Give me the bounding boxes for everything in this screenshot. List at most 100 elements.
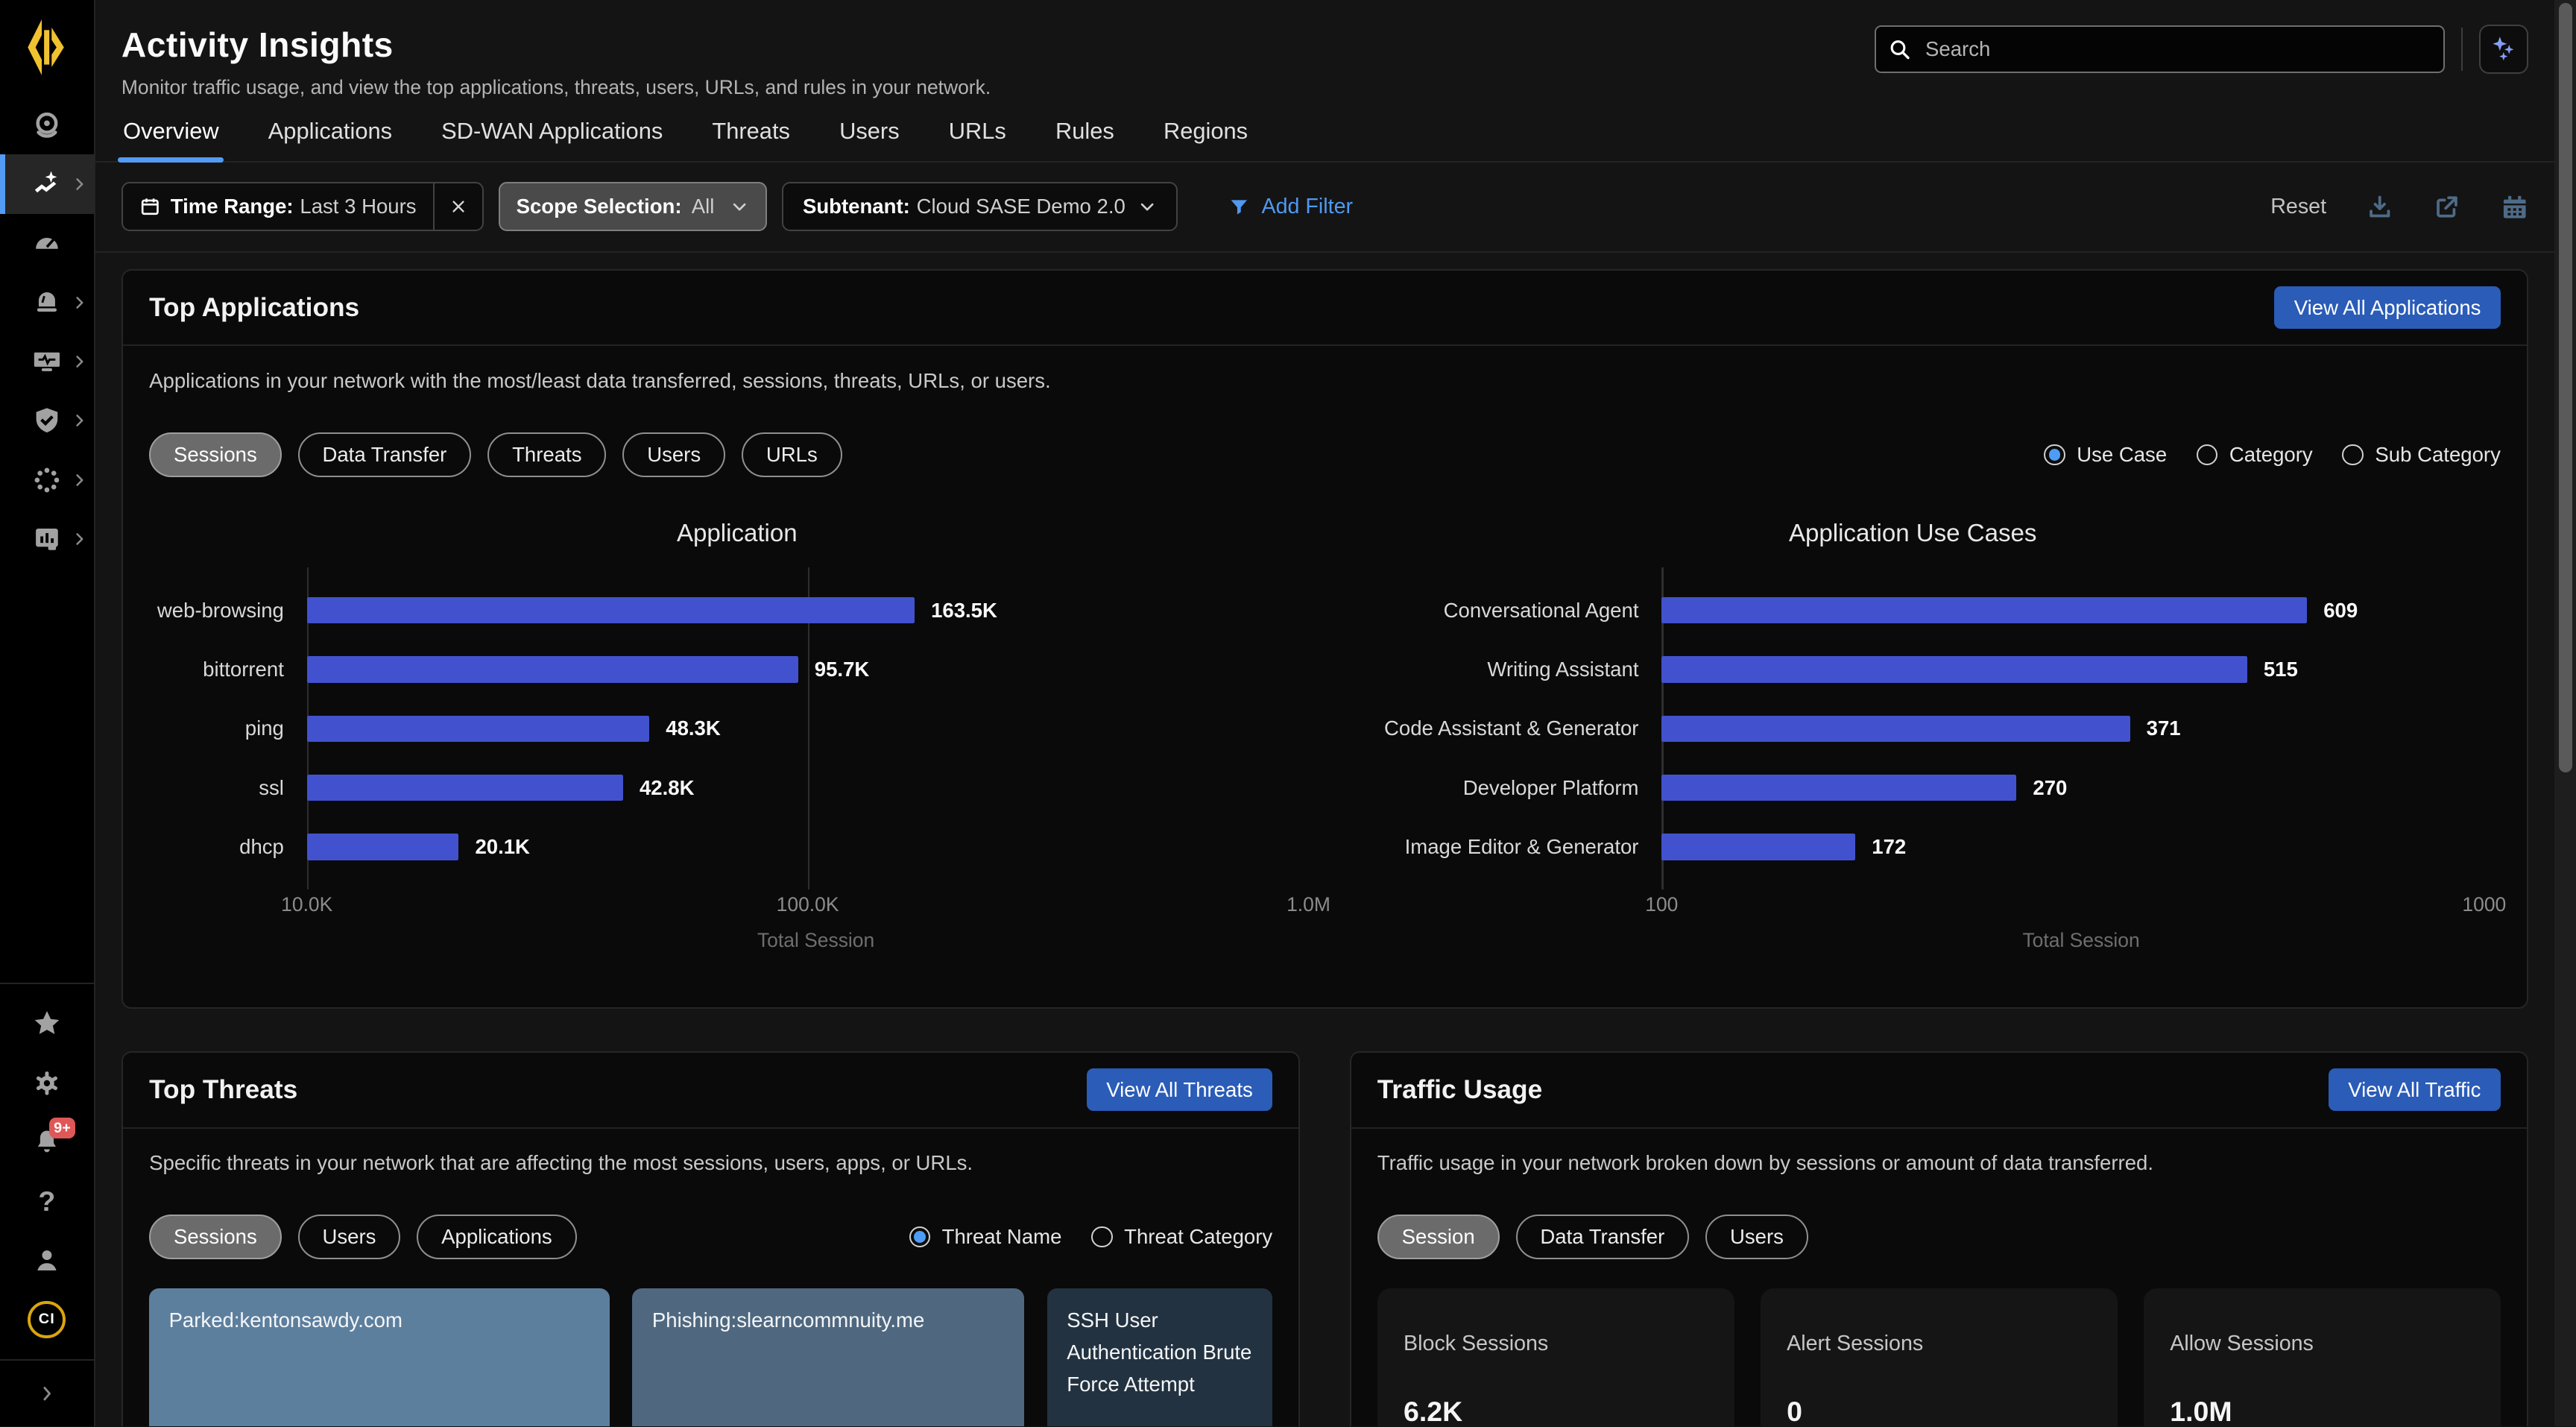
scrollbar-track[interactable] bbox=[2554, 0, 2576, 1426]
sparkles-icon bbox=[2489, 34, 2519, 64]
sidebar-item-bell[interactable]: 9+ bbox=[0, 1112, 94, 1171]
pill-sessions[interactable]: Sessions bbox=[149, 432, 281, 477]
search-input[interactable] bbox=[1875, 25, 2445, 73]
filter-chip-subtenant[interactable]: Subtenant: Cloud SASE Demo 2.0 bbox=[782, 182, 1178, 231]
chevron-right-icon bbox=[37, 1384, 57, 1403]
divider bbox=[0, 1359, 94, 1361]
sidebar-item-gear[interactable] bbox=[0, 1053, 94, 1112]
sidebar-item-gauge[interactable] bbox=[0, 214, 94, 273]
view-all-applications-button[interactable]: View All Applications bbox=[2274, 286, 2501, 329]
bar-code-assistant-generator[interactable] bbox=[1661, 716, 2130, 742]
panel-title: Traffic Usage bbox=[1377, 1075, 1542, 1105]
view-all-threats-button[interactable]: View All Threats bbox=[1087, 1068, 1272, 1111]
x-axis-ticks: 1001000 bbox=[1661, 893, 2484, 916]
value-label: 163.5K bbox=[931, 599, 997, 623]
calendar-icon[interactable] bbox=[2501, 193, 2528, 221]
sidebar-item-shield-check[interactable] bbox=[0, 391, 94, 450]
sidebar-nav bbox=[0, 95, 94, 569]
bar-developer-platform[interactable] bbox=[1661, 775, 2016, 801]
tab-regions[interactable]: Regions bbox=[1162, 118, 1250, 161]
radio-threat-name[interactable]: Threat Name bbox=[909, 1225, 1062, 1249]
tab-rules[interactable]: Rules bbox=[1054, 118, 1116, 161]
radio-sub-category[interactable]: Sub Category bbox=[2342, 443, 2501, 467]
bar-ping[interactable] bbox=[307, 716, 650, 742]
pill-data-transfer[interactable]: Data Transfer bbox=[1516, 1215, 1690, 1259]
tab-urls[interactable]: URLs bbox=[947, 118, 1008, 161]
tab-applications[interactable]: Applications bbox=[267, 118, 394, 161]
bar-ssl[interactable] bbox=[307, 775, 623, 801]
sidebar-expand-button[interactable] bbox=[0, 1370, 94, 1417]
share-icon[interactable] bbox=[2433, 193, 2460, 221]
radio-use-case[interactable]: Use Case bbox=[2044, 443, 2167, 467]
x-axis-label: Total Session bbox=[307, 929, 1325, 952]
monitor-pulse-icon bbox=[31, 346, 63, 377]
tab-users[interactable]: Users bbox=[838, 118, 901, 161]
user-icon bbox=[31, 1245, 63, 1276]
bar-web-browsing[interactable] bbox=[307, 597, 915, 623]
bar-row-ping: ping48.3K bbox=[149, 699, 1325, 758]
bar-row-bittorrent: bittorrent95.7K bbox=[149, 640, 1325, 699]
stat-value: 0 bbox=[1787, 1396, 2091, 1427]
remove-filter-button[interactable] bbox=[433, 183, 482, 230]
sidebar-item-alarm[interactable] bbox=[0, 273, 94, 332]
sidebar-item-user[interactable] bbox=[0, 1231, 94, 1290]
sidebar-item-monitor-pulse[interactable] bbox=[0, 332, 94, 391]
pill-users[interactable]: Users bbox=[1705, 1215, 1808, 1259]
download-icon[interactable] bbox=[2366, 193, 2393, 221]
scrollbar-thumb[interactable] bbox=[2559, 3, 2572, 772]
search-area bbox=[1875, 25, 2528, 74]
metric-pills: Sessions Users Applications bbox=[149, 1215, 576, 1259]
value-label: 48.3K bbox=[666, 716, 721, 740]
filter-chip-time-range[interactable]: Time Range: Last 3 Hours bbox=[121, 182, 484, 231]
filter-chip-scope[interactable]: Scope Selection: All bbox=[499, 182, 767, 231]
bar-bittorrent[interactable] bbox=[307, 656, 798, 682]
bar-conversational-agent[interactable] bbox=[1661, 597, 2307, 623]
bar-row-dhcp: dhcp20.1K bbox=[149, 817, 1325, 876]
chevron-right-icon bbox=[72, 473, 87, 488]
panel-body: Traffic usage in your network broken dow… bbox=[1351, 1129, 2528, 1427]
radio-category[interactable]: Category bbox=[2197, 443, 2313, 467]
topbar: Activity Insights Monitor traffic usage,… bbox=[95, 0, 2576, 99]
chip-label: Scope Selection: bbox=[517, 195, 682, 218]
treemap-tile-parked-kentonsawdy-com[interactable]: Parked:kentonsawdy.com bbox=[149, 1288, 609, 1426]
pill-urls[interactable]: URLs bbox=[742, 432, 842, 477]
pill-users[interactable]: Users bbox=[298, 1215, 401, 1259]
stat-card-allow-sessions: Allow Sessions1.0M bbox=[2144, 1288, 2501, 1426]
ai-assistant-button[interactable] bbox=[2479, 25, 2528, 74]
sidebar-item-radar[interactable] bbox=[0, 95, 94, 154]
pill-data-transfer[interactable]: Data Transfer bbox=[298, 432, 472, 477]
pill-session[interactable]: Session bbox=[1377, 1215, 1500, 1259]
pill-applications[interactable]: Applications bbox=[417, 1215, 576, 1259]
add-filter-button[interactable]: Add Filter bbox=[1228, 195, 1353, 219]
brand-logo-icon[interactable] bbox=[25, 19, 68, 75]
top-threats-panel: Top Threats View All Threats Specific th… bbox=[121, 1051, 1301, 1426]
pill-sessions[interactable]: Sessions bbox=[149, 1215, 281, 1259]
tab-sd-wan-applications[interactable]: SD-WAN Applications bbox=[440, 118, 665, 161]
sidebar-item-avatar[interactable]: CI bbox=[0, 1290, 94, 1349]
sidebar-item-help[interactable]: ? bbox=[0, 1172, 94, 1231]
tab-overview[interactable]: Overview bbox=[121, 118, 221, 161]
search-box bbox=[1875, 25, 2445, 73]
gear-icon bbox=[31, 1068, 63, 1099]
bar-image-editor-generator[interactable] bbox=[1661, 834, 1855, 860]
treemap-tile-phishing-slearncommnuity-me[interactable]: Phishing:slearncommnuity.me bbox=[632, 1288, 1024, 1426]
sidebar-item-chart-box[interactable] bbox=[0, 509, 94, 568]
view-all-traffic-button[interactable]: View All Traffic bbox=[2329, 1068, 2501, 1111]
avatar: CI bbox=[28, 1301, 66, 1339]
sidebar-item-star[interactable] bbox=[0, 995, 94, 1053]
bar-dhcp[interactable] bbox=[307, 834, 459, 860]
tab-threats[interactable]: Threats bbox=[710, 118, 792, 161]
reset-button[interactable]: Reset bbox=[2270, 195, 2326, 219]
pill-threats[interactable]: Threats bbox=[487, 432, 606, 477]
radio-threat-category[interactable]: Threat Category bbox=[1091, 1225, 1272, 1249]
bar-writing-assistant[interactable] bbox=[1661, 656, 2247, 682]
category-label: Image Editor & Generator bbox=[1325, 835, 1662, 859]
sidebar-item-insights[interactable] bbox=[0, 154, 94, 213]
sidebar-item-dotted-circle[interactable] bbox=[0, 450, 94, 509]
chip-value: All bbox=[692, 195, 715, 218]
divider bbox=[0, 983, 94, 984]
radio-label: Threat Name bbox=[942, 1225, 1062, 1249]
pill-users[interactable]: Users bbox=[622, 432, 725, 477]
treemap-tile-ssh-user-authentication-brute-[interactable]: SSH User Authentication Brute Force Atte… bbox=[1047, 1288, 1272, 1426]
page-subtitle: Monitor traffic usage, and view the top … bbox=[121, 76, 991, 99]
